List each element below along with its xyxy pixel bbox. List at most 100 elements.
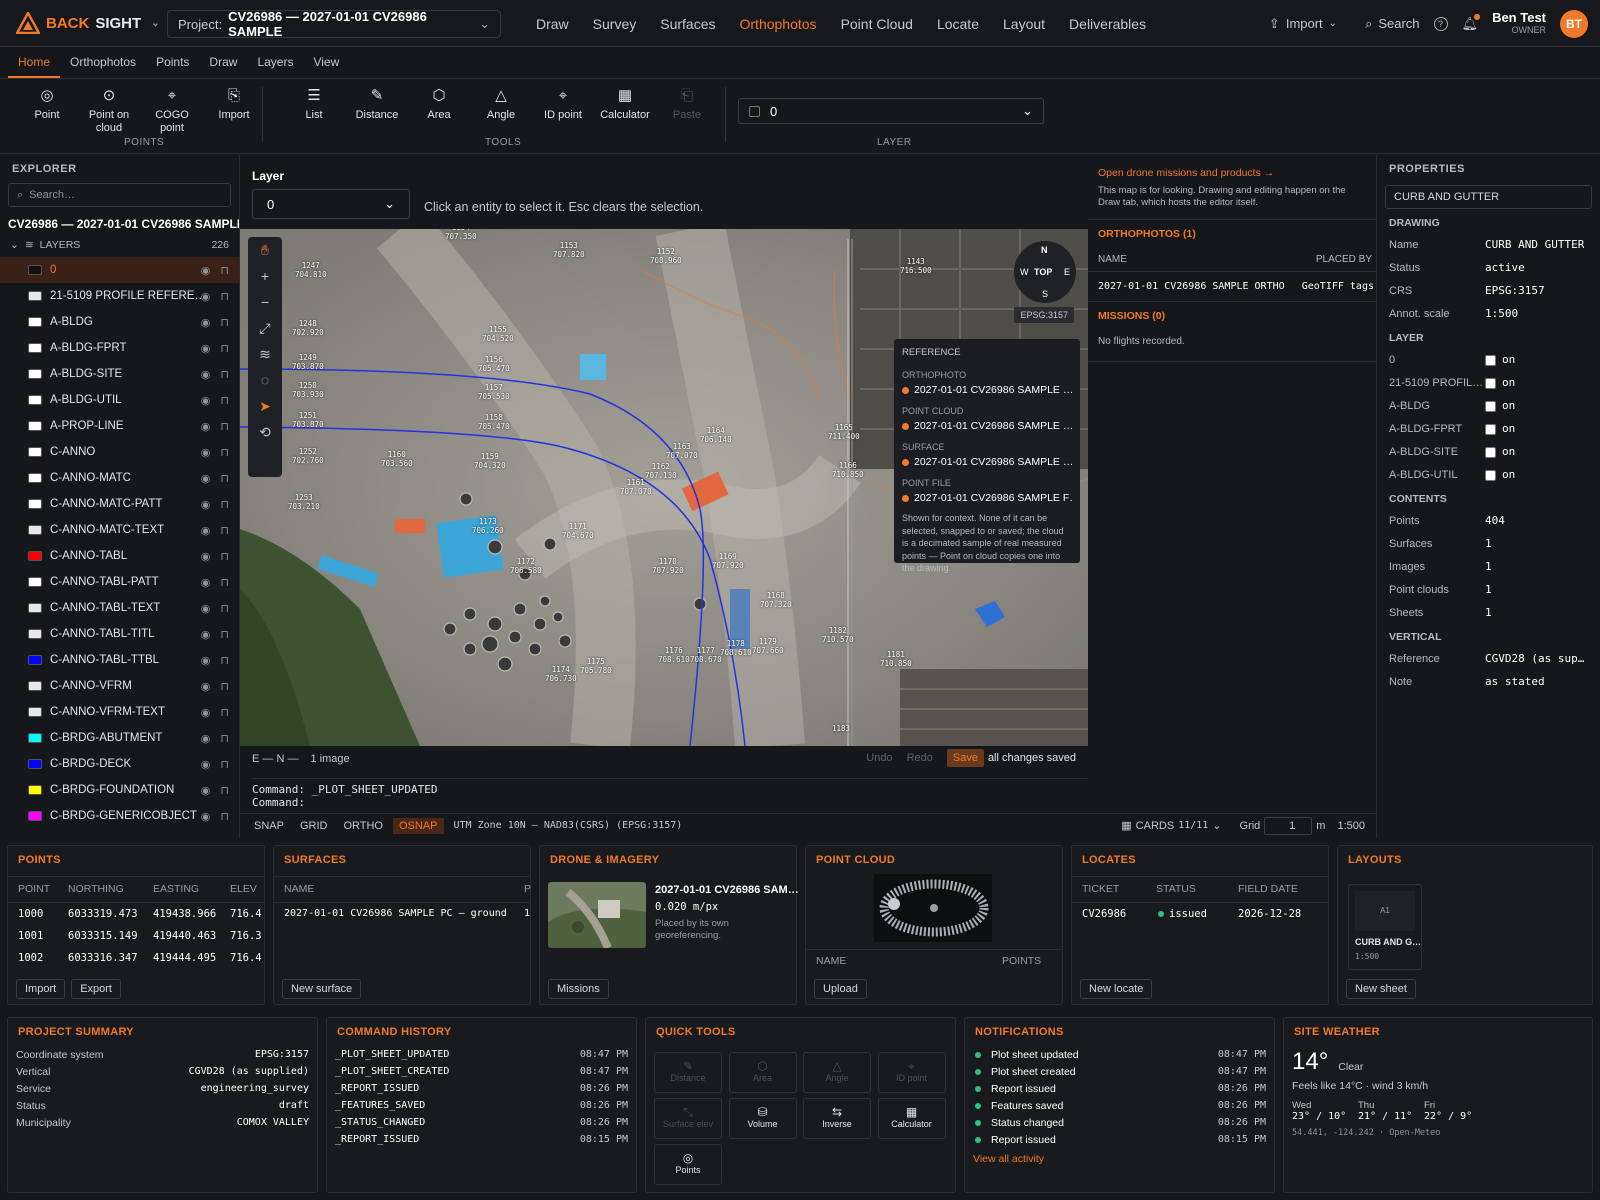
survey-point-label[interactable]: 1158 705.470 <box>478 413 510 431</box>
drone-thumbnail[interactable] <box>548 882 646 948</box>
lock-icon[interactable]: ⊓ <box>220 732 229 745</box>
eye-icon[interactable]: ◉ <box>201 264 211 277</box>
lock-icon[interactable]: ⊓ <box>220 394 229 407</box>
tab-home[interactable]: Home <box>8 47 61 78</box>
eye-icon[interactable]: ◉ <box>201 498 211 511</box>
explorer-search[interactable]: ⌕ Search… <box>8 183 231 207</box>
survey-point-label[interactable]: 1169 707.920 <box>712 552 744 570</box>
layer-row[interactable]: C-ANNO-TABL-TITL ◉ ⊓ <box>0 621 239 647</box>
survey-point-label[interactable]: 1155 704.520 <box>482 325 514 343</box>
layer-checkbox[interactable] <box>1485 354 1496 366</box>
survey-point-label[interactable]: 1161 707.070 <box>620 478 652 496</box>
layout-sheet-thumb[interactable]: A1 CURB AND G… 1:500 <box>1348 884 1422 970</box>
import-menu[interactable]: ⇪ Import ⌄ <box>1269 16 1337 32</box>
grid-toggle[interactable]: GRID <box>294 818 334 834</box>
layer-row[interactable]: 0 ◉ ⊓ <box>0 257 239 283</box>
survey-point-label[interactable]: 1159 704.320 <box>474 452 506 470</box>
eye-icon[interactable]: ◉ <box>201 342 211 355</box>
eye-icon[interactable]: ◉ <box>201 576 211 589</box>
layers-header[interactable]: ⌄ ≋ LAYERS 226 <box>0 233 239 257</box>
property-row[interactable]: A-BLDG on <box>1389 394 1588 417</box>
lock-icon[interactable]: ⊓ <box>220 368 229 381</box>
calculator-button[interactable]: ▦ Calculator <box>596 88 654 122</box>
notification-row[interactable]: Features saved 08:26 PM <box>973 1097 1266 1114</box>
history-row[interactable]: _PLOT_SHEET_CREATED 08:47 PM <box>335 1063 628 1080</box>
eye-icon[interactable]: ◉ <box>201 732 211 745</box>
survey-point-label[interactable]: 1163 707.070 <box>666 442 698 460</box>
history-row[interactable]: _PLOT_SHEET_UPDATED 08:47 PM <box>335 1046 628 1063</box>
eye-icon[interactable]: ◉ <box>201 654 211 667</box>
quick-tool-surface-elev-button[interactable]: ⤡ Surface elev <box>654 1098 722 1139</box>
drone-missions-link[interactable]: Open drone missions and products → <box>1088 155 1376 179</box>
eye-icon[interactable]: ◉ <box>201 680 211 693</box>
survey-point-label[interactable]: 1157 705.530 <box>478 383 510 401</box>
survey-point-label[interactable]: 1176 708.610 <box>658 646 690 664</box>
lock-icon[interactable]: ⊓ <box>220 342 229 355</box>
layer-row[interactable]: C-BRDG-DECK ◉ ⊓ <box>0 751 239 777</box>
layer-row[interactable]: C-BRDG-ABUTMENT ◉ ⊓ <box>0 725 239 751</box>
survey-point-label[interactable]: 1154707.350 <box>445 229 477 241</box>
notification-row[interactable]: Plot sheet created 08:47 PM <box>973 1063 1266 1080</box>
survey-point-label[interactable]: 1249 703.870 <box>292 353 324 371</box>
table-row[interactable]: 1000 6033319.473 419438.966 716.4 <box>8 903 264 925</box>
zoom-in-icon[interactable]: + <box>248 263 282 289</box>
layer-dropdown[interactable]: 0 ⌄ <box>252 189 410 219</box>
locate-icon[interactable]: ◌ <box>248 367 282 393</box>
list-button[interactable]: ☰ List <box>285 88 343 122</box>
locate-row[interactable]: CV26986 issued 2026-12-28 <box>1072 902 1328 924</box>
tab-draw[interactable]: Draw <box>199 47 247 78</box>
tab-layers[interactable]: Layers <box>247 47 303 78</box>
search-button[interactable]: ⌕ Search <box>1365 16 1419 32</box>
point-cloud-thumbnail[interactable] <box>874 874 992 942</box>
ortho-toggle[interactable]: ORTHO <box>337 818 389 834</box>
area-button[interactable]: ⬡ Area <box>410 88 468 122</box>
survey-point-label[interactable]: 1183 <box>832 724 850 733</box>
layer-row[interactable]: C-ANNO-TABL-PATT ◉ ⊓ <box>0 569 239 595</box>
tab-points[interactable]: Points <box>146 47 199 78</box>
property-row[interactable]: A-BLDG-FPRT on <box>1389 417 1588 440</box>
bell-icon[interactable]: 🔔︎ <box>1462 13 1481 32</box>
layer-row[interactable]: C-BRDG-FOUNDATION ◉ ⊓ <box>0 777 239 803</box>
nav-draw[interactable]: Draw <box>536 16 569 32</box>
layer-row[interactable]: C-ANNO-VFRM ◉ ⊓ <box>0 673 239 699</box>
survey-point-label[interactable]: 1179 707.660 <box>752 637 784 655</box>
survey-point-label[interactable]: 1171 704.670 <box>562 522 594 540</box>
survey-point-label[interactable]: 1165 711.400 <box>828 423 860 441</box>
lock-icon[interactable]: ⊓ <box>220 706 229 719</box>
quick-tool-inverse-button[interactable]: ⇆ Inverse <box>803 1098 871 1139</box>
eye-icon[interactable]: ◉ <box>201 550 211 563</box>
layer-checkbox[interactable] <box>1485 400 1496 412</box>
reference-orthophoto-item[interactable]: 2027-01-01 CV26986 SAMPLE … <box>902 384 1072 396</box>
survey-point-label[interactable]: 1178 708.610 <box>720 639 752 657</box>
eye-icon[interactable]: ◉ <box>201 810 211 823</box>
quick-tool-id-point-button[interactable]: ⌖ ID point <box>877 1052 946 1093</box>
survey-point-label[interactable]: 1153 707.820 <box>553 241 585 259</box>
layer-row[interactable]: C-ANNO-TABL ◉ ⊓ <box>0 543 239 569</box>
eye-icon[interactable]: ◉ <box>201 628 211 641</box>
lock-icon[interactable]: ⊓ <box>220 654 229 667</box>
survey-point-label[interactable]: 1166 710.850 <box>832 461 864 479</box>
eye-icon[interactable]: ◉ <box>201 420 211 433</box>
eye-icon[interactable]: ◉ <box>201 368 211 381</box>
property-row[interactable]: A-BLDG-SITE on <box>1389 440 1588 463</box>
import-button[interactable]: ⎘ Import <box>205 88 263 122</box>
export-points-button[interactable]: Export <box>71 979 121 999</box>
upload-button[interactable]: Upload <box>814 979 867 999</box>
lock-icon[interactable]: ⊓ <box>220 264 229 277</box>
undo-button[interactable]: Undo <box>866 752 892 764</box>
lock-icon[interactable]: ⊓ <box>220 524 229 537</box>
layer-checkbox[interactable] <box>1485 446 1496 458</box>
view-all-activity-link[interactable]: View all activity <box>965 1148 1274 1170</box>
history-row[interactable]: _FEATURES_SAVED 08:26 PM <box>335 1097 628 1114</box>
layer-row[interactable]: 21-5109 PROFILE REFERE… ◉ ⊓ <box>0 283 239 309</box>
layer-row[interactable]: C-ANNO-MATC ◉ ⊓ <box>0 465 239 491</box>
compass-widget[interactable]: N S E W TOP <box>1014 241 1076 303</box>
lock-icon[interactable]: ⊓ <box>220 810 229 823</box>
tab-view[interactable]: View <box>303 47 349 78</box>
avatar[interactable]: BT <box>1560 9 1588 38</box>
survey-point-label[interactable]: 1252 702.760 <box>292 447 324 465</box>
eye-icon[interactable]: ◉ <box>201 758 211 771</box>
lock-icon[interactable]: ⊓ <box>220 758 229 771</box>
table-row[interactable]: 1002 6033316.347 419444.495 716.4 <box>8 947 264 969</box>
table-row[interactable]: 1001 6033315.149 419440.463 716.3 <box>8 925 264 947</box>
